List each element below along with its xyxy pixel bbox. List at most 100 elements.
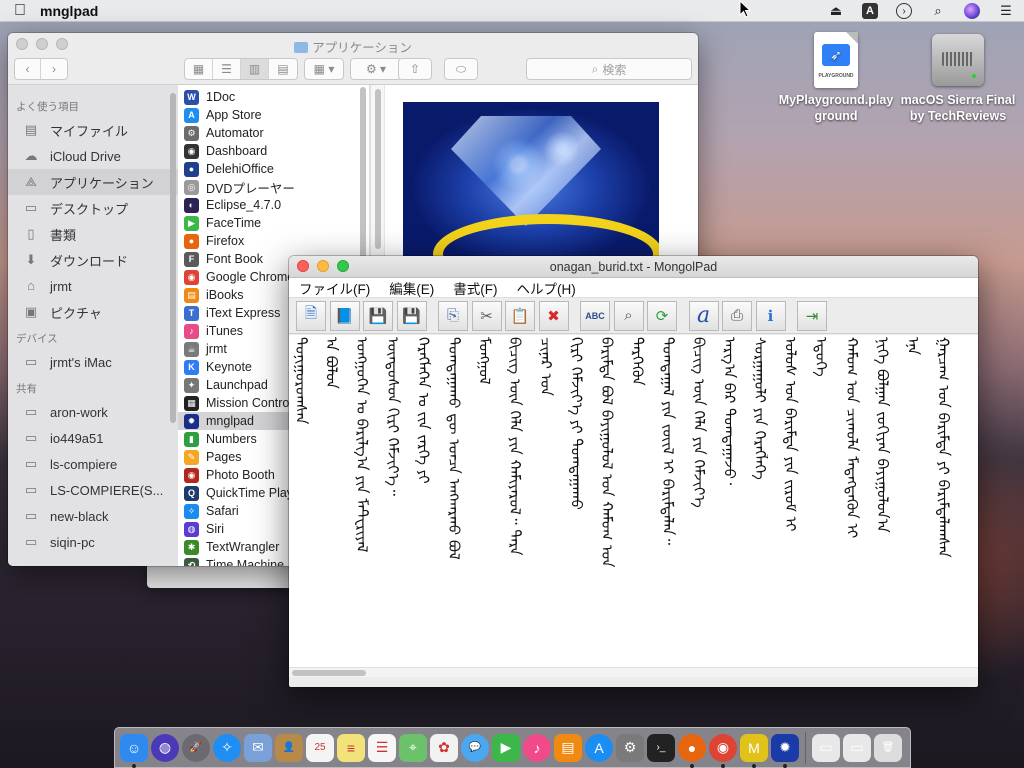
eject-icon[interactable]: ⏏ (828, 3, 844, 19)
file-row[interactable]: A App Store (178, 106, 369, 124)
back-button[interactable]: ‹ (15, 59, 42, 79)
facetime-icon[interactable]: ▶ (492, 733, 520, 762)
chrome-icon[interactable]: ◉ (709, 733, 737, 768)
sidebar-item[interactable]: ▤ マイファイル (8, 117, 178, 143)
contacts-icon[interactable]: 👤 (275, 733, 303, 762)
itunes-glyph: ♪ (533, 739, 541, 756)
horizontal-scrollbar[interactable] (289, 667, 978, 677)
terminal-icon[interactable]: ›_ (647, 733, 675, 762)
tags-button[interactable]: ⬭ (444, 58, 478, 80)
notes-icon[interactable]: ≡ (337, 733, 365, 762)
downloads-icon: ⬇ (25, 252, 37, 267)
launchpad-icon[interactable]: 🚀 (182, 733, 210, 762)
sidebar-scrollbar[interactable] (170, 93, 176, 423)
sidebar-item[interactable]: ▭ LS-COMPIERE(S... (8, 477, 178, 503)
app-icon: ✱ (184, 539, 199, 555)
sidebar-item[interactable]: ▭ io449a51 (8, 425, 178, 451)
spotlight-icon[interactable]: ⌕ (930, 3, 946, 19)
new-button[interactable]: 🗎 (296, 300, 326, 331)
safari-icon[interactable]: ✧ (213, 733, 241, 762)
sidebar-item[interactable]: ⟁ アプリケーション (8, 169, 178, 195)
delete-button[interactable]: ✖ (538, 300, 569, 331)
sidebar-item[interactable]: ▯ 書類 (8, 221, 178, 247)
sidebar-item[interactable]: ⬇ ダウンロード (8, 247, 178, 273)
coverflow-view-icon[interactable]: ▤ (269, 59, 297, 79)
mnglpad-diamond-icon[interactable]: ✹ (771, 733, 799, 768)
file-row[interactable]: ▶ FaceTime (178, 214, 369, 232)
convert-button[interactable]: ⟳ (647, 300, 677, 331)
file-name: iTunes (206, 324, 244, 338)
itunes-icon[interactable]: ♪ (523, 733, 551, 762)
font-button[interactable]: a (688, 300, 719, 331)
appstore-icon[interactable]: A (585, 733, 613, 762)
menu-item[interactable]: ファイル(F) (299, 278, 370, 298)
save-button[interactable]: 💾 (363, 300, 393, 331)
list-view-icon[interactable]: ☰ (213, 59, 241, 79)
siri-icon[interactable] (964, 3, 980, 19)
text-editor[interactable]: ᠲᠣᠨᠢᠭᠤᠷᠣᠭᠰᠠᠨ ᠠ ᠪᠣᠯᠤᠨ ᠤᠩᠭᠤᠭᠡᠨ ᠤ ᠪᠠᠷᠢᠯᠭ᠎ᠠ ᠶᠢ… (289, 335, 978, 677)
notification-center-icon[interactable]: ☰ (998, 3, 1014, 19)
cut-button[interactable]: ✂ (471, 300, 502, 331)
input-source-icon[interactable]: A (862, 3, 878, 19)
app-icon: ◉ (184, 143, 199, 159)
sidebar-item[interactable]: ▭ aron-work (8, 399, 178, 425)
finder-titlebar[interactable]: アプリケーション (8, 33, 698, 55)
sidebar-item[interactable]: ▭ siqin-pc (8, 529, 178, 555)
menu-item[interactable]: 書式(F) (453, 278, 497, 298)
firefox-icon[interactable]: ● (678, 733, 706, 768)
finder-icon[interactable]: ☺ (120, 733, 148, 768)
maps-icon[interactable]: ⌖ (399, 733, 427, 762)
sidebar-item-label: 書類 (50, 227, 77, 243)
photos-icon[interactable]: ✿ (430, 733, 458, 762)
messages-icon[interactable]: 💬 (461, 733, 489, 762)
siri-icon[interactable]: ◍ (151, 733, 179, 762)
menu-item[interactable]: 編集(E) (389, 278, 434, 298)
mongolpad-titlebar[interactable]: onagan_burid.txt - MongolPad (289, 256, 978, 278)
info-button[interactable]: ℹ (755, 300, 786, 331)
share-button[interactable]: ⇧ (398, 58, 432, 80)
menu-item[interactable]: ヘルプ(H) (517, 278, 576, 298)
arrange-button[interactable]: ▦ ▾ (304, 58, 344, 80)
exit-button[interactable]: ⇥ (797, 300, 827, 331)
desktop-icon-disk[interactable]: macOS Sierra Final by TechReviews (898, 32, 1018, 124)
ibooks-icon[interactable]: ▤ (554, 733, 582, 762)
action-button[interactable]: ⚙ ▾ (350, 58, 402, 80)
forward-button[interactable]: › (41, 59, 67, 79)
trash-icon[interactable]: 🗑 (874, 733, 902, 762)
print-button[interactable]: ⎙ (722, 300, 752, 331)
find-button[interactable]: ⌕ (613, 300, 644, 331)
spellcheck-button[interactable]: ABC (580, 300, 610, 331)
paste-button[interactable]: 📋 (505, 300, 535, 331)
file-row[interactable]: ◎ DVDプレーヤー (178, 178, 369, 196)
reminders-icon[interactable]: ☰ (368, 733, 396, 762)
sidebar-item[interactable]: ▭ jrmt's iMac (8, 349, 178, 375)
copy-button[interactable]: ⎘ (438, 300, 468, 331)
sidebar-item[interactable]: ☁ iCloud Drive (8, 143, 178, 169)
save-as-button[interactable]: 💾 (396, 300, 427, 331)
sidebar-item[interactable]: ▭ new-black (8, 503, 178, 529)
documents-stack-icon[interactable]: ▭ (812, 733, 840, 762)
system-preferences-icon[interactable]: ⚙ (616, 733, 644, 762)
file-row[interactable]: ⚙ Automator (178, 124, 369, 142)
file-row[interactable]: ◉ Dashboard (178, 142, 369, 160)
active-app-name[interactable]: mnglpad (40, 3, 98, 19)
desktop-icon-playground[interactable]: ➶ PLAYGROUND MyPlayground.playground (776, 32, 896, 124)
mail-icon[interactable]: ✉ (244, 733, 272, 762)
timemachine-icon[interactable]: › (896, 3, 912, 19)
file-row[interactable]: ● DelehiOffice (178, 160, 369, 178)
screenshot-stack-icon[interactable]: ▭ (843, 733, 871, 762)
sidebar-item[interactable]: ▭ デスクトップ (8, 195, 178, 221)
sidebar-item[interactable]: ▣ ピクチャ (8, 299, 178, 325)
icon-view-icon[interactable]: ▦ (185, 59, 213, 79)
file-row[interactable]: W 1Doc (178, 88, 369, 106)
sidebar-item[interactable]: ▭ ls-compiere (8, 451, 178, 477)
open-button[interactable]: 📘 (329, 300, 360, 331)
file-row[interactable]: ● Firefox (178, 232, 369, 250)
column-view-icon[interactable]: ▥ (241, 59, 269, 79)
file-row[interactable]: ◐ Eclipse_4.7.0 (178, 196, 369, 214)
search-input[interactable]: ⌕ 検索 (526, 58, 692, 80)
apple-icon[interactable]:  (0, 2, 40, 20)
calendar-icon[interactable]: 25 (306, 733, 334, 762)
mnglpad-dock-icon[interactable]: M (740, 733, 768, 768)
sidebar-item[interactable]: ⌂ jrmt (8, 273, 178, 299)
